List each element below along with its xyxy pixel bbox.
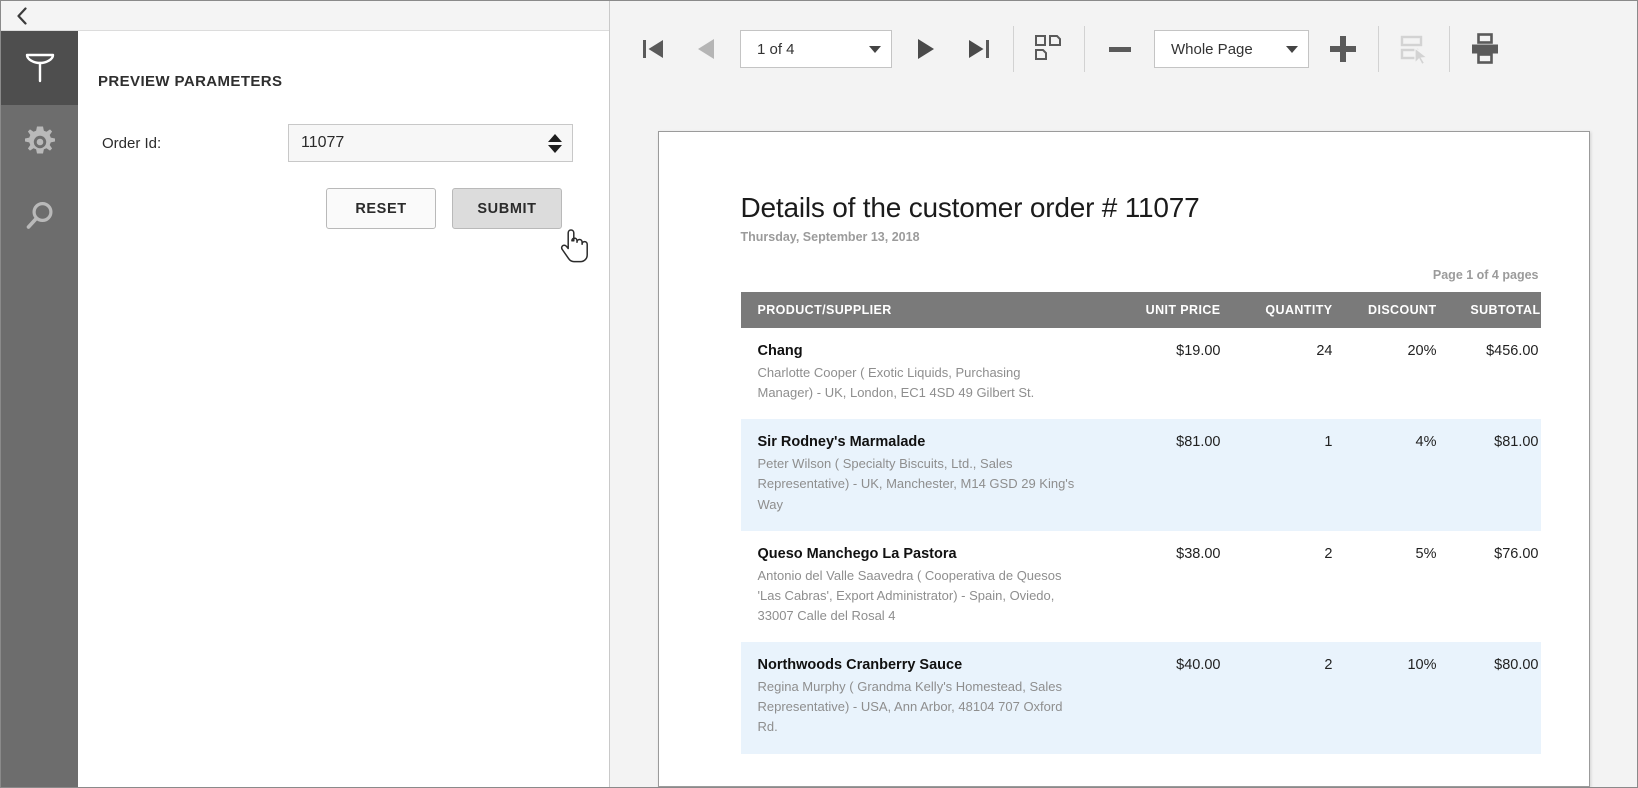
filter-icon [23, 50, 57, 86]
field-order-id: Order Id: [98, 124, 573, 162]
cell-discount: 10% [1333, 642, 1437, 753]
column-header-discount: DISCOUNT [1333, 292, 1437, 328]
cell-product: Sir Rodney's Marmalade Peter Wilson ( Sp… [741, 419, 1101, 530]
zoom-selector[interactable]: Whole Page [1154, 30, 1309, 68]
report-date: Thursday, September 13, 2018 [741, 230, 1541, 244]
sidebar-item-settings[interactable] [1, 105, 78, 179]
product-name: Chang [758, 343, 1079, 359]
spinner-up-icon[interactable] [548, 134, 562, 142]
cell-quantity: 2 [1221, 531, 1333, 642]
table-row: Queso Manchego La Pastora Antonio del Va… [741, 531, 1541, 642]
order-id-spinner[interactable] [288, 124, 573, 162]
document-scroll-area[interactable]: Details of the customer order # 11077 Th… [610, 97, 1637, 787]
next-page-icon[interactable] [900, 23, 952, 75]
table-header: PRODUCT/SUPPLIER UNIT PRICE QUANTITY DIS… [741, 292, 1541, 328]
search-icon [23, 199, 57, 233]
spinner-arrows [548, 125, 562, 161]
cell-subtotal: $80.00 [1437, 642, 1541, 753]
column-header-quantity: QUANTITY [1221, 292, 1333, 328]
cell-discount: 20% [1333, 328, 1437, 419]
print-icon[interactable] [1459, 23, 1511, 75]
supplier-info: Charlotte Cooper ( Exotic Liquids, Purch… [758, 363, 1079, 403]
order-details-table: PRODUCT/SUPPLIER UNIT PRICE QUANTITY DIS… [741, 292, 1541, 754]
export-icon[interactable] [1388, 23, 1440, 75]
report-page: Details of the customer order # 11077 Th… [658, 131, 1590, 787]
supplier-info: Peter Wilson ( Specialty Biscuits, Ltd.,… [758, 454, 1079, 514]
table-row: Sir Rodney's Marmalade Peter Wilson ( Sp… [741, 419, 1541, 530]
table-body: Chang Charlotte Cooper ( Exotic Liquids,… [741, 328, 1541, 754]
hand-pointer-cursor [560, 228, 592, 268]
supplier-info: Regina Murphy ( Grandma Kelly's Homestea… [758, 677, 1079, 737]
sidebar-item-search[interactable] [1, 179, 78, 253]
cell-unit-price: $19.00 [1101, 328, 1221, 419]
chevron-down-icon[interactable] [1286, 46, 1298, 53]
order-id-input[interactable] [289, 125, 572, 161]
table-row: Northwoods Cranberry Sauce Regina Murphy… [741, 642, 1541, 753]
order-id-label: Order Id: [98, 135, 288, 152]
panel-topbar [1, 1, 609, 31]
cell-subtotal: $76.00 [1437, 531, 1541, 642]
reset-button[interactable]: RESET [326, 188, 436, 229]
form-actions: RESET SUBMIT [98, 188, 573, 229]
parameters-form: PREVIEW PARAMETERS Order Id: RESET SUBMI… [78, 31, 609, 787]
zoom-in-icon[interactable] [1317, 23, 1369, 75]
cell-product: Queso Manchego La Pastora Antonio del Va… [741, 531, 1101, 642]
page-selector-value: 1 of 4 [757, 41, 795, 58]
toolbar-divider [1378, 26, 1379, 72]
cell-unit-price: $38.00 [1101, 531, 1221, 642]
cell-unit-price: $40.00 [1101, 642, 1221, 753]
table-header-row: PRODUCT/SUPPLIER UNIT PRICE QUANTITY DIS… [741, 292, 1541, 328]
report-page-label: Page 1 of 4 pages [741, 268, 1541, 282]
last-page-icon[interactable] [952, 23, 1004, 75]
cell-product: Northwoods Cranberry Sauce Regina Murphy… [741, 642, 1101, 753]
cell-subtotal: $81.00 [1437, 419, 1541, 530]
report-title: Details of the customer order # 11077 [741, 192, 1541, 224]
chevron-left-icon[interactable] [11, 5, 33, 27]
cell-product: Chang Charlotte Cooper ( Exotic Liquids,… [741, 328, 1101, 419]
toolbar-divider [1013, 26, 1014, 72]
multipage-view-icon[interactable] [1023, 23, 1075, 75]
icon-rail [1, 31, 78, 787]
parameters-panel: PREVIEW PARAMETERS Order Id: RESET SUBMI… [1, 1, 610, 787]
chevron-down-icon[interactable] [869, 46, 881, 53]
submit-button[interactable]: SUBMIT [452, 188, 562, 229]
previous-page-icon[interactable] [680, 23, 732, 75]
document-viewer: 1 of 4 [610, 1, 1637, 787]
cell-discount: 4% [1333, 419, 1437, 530]
cell-discount: 5% [1333, 531, 1437, 642]
first-page-icon[interactable] [628, 23, 680, 75]
viewer-toolbar: 1 of 4 [610, 1, 1637, 97]
product-name: Northwoods Cranberry Sauce [758, 657, 1079, 673]
panel-body: PREVIEW PARAMETERS Order Id: RESET SUBMI… [1, 31, 609, 787]
cell-unit-price: $81.00 [1101, 419, 1221, 530]
table-row: Chang Charlotte Cooper ( Exotic Liquids,… [741, 328, 1541, 419]
column-header-subtotal: SUBTOTAL [1437, 292, 1541, 328]
page-selector[interactable]: 1 of 4 [740, 30, 892, 68]
cell-quantity: 24 [1221, 328, 1333, 419]
report-viewer-window: PREVIEW PARAMETERS Order Id: RESET SUBMI… [0, 0, 1638, 788]
column-header-product: PRODUCT/SUPPLIER [741, 292, 1101, 328]
cell-subtotal: $456.00 [1437, 328, 1541, 419]
spinner-down-icon[interactable] [548, 145, 562, 153]
product-name: Sir Rodney's Marmalade [758, 434, 1079, 450]
sidebar-item-parameters[interactable] [1, 31, 78, 105]
gear-icon [23, 125, 57, 159]
toolbar-divider [1084, 26, 1085, 72]
product-name: Queso Manchego La Pastora [758, 546, 1079, 562]
cell-quantity: 1 [1221, 419, 1333, 530]
cell-quantity: 2 [1221, 642, 1333, 753]
toolbar-divider [1449, 26, 1450, 72]
supplier-info: Antonio del Valle Saavedra ( Cooperativa… [758, 566, 1079, 626]
zoom-selector-value: Whole Page [1171, 41, 1253, 58]
page-title: PREVIEW PARAMETERS [98, 73, 573, 90]
zoom-out-icon[interactable] [1094, 23, 1146, 75]
column-header-unit-price: UNIT PRICE [1101, 292, 1221, 328]
